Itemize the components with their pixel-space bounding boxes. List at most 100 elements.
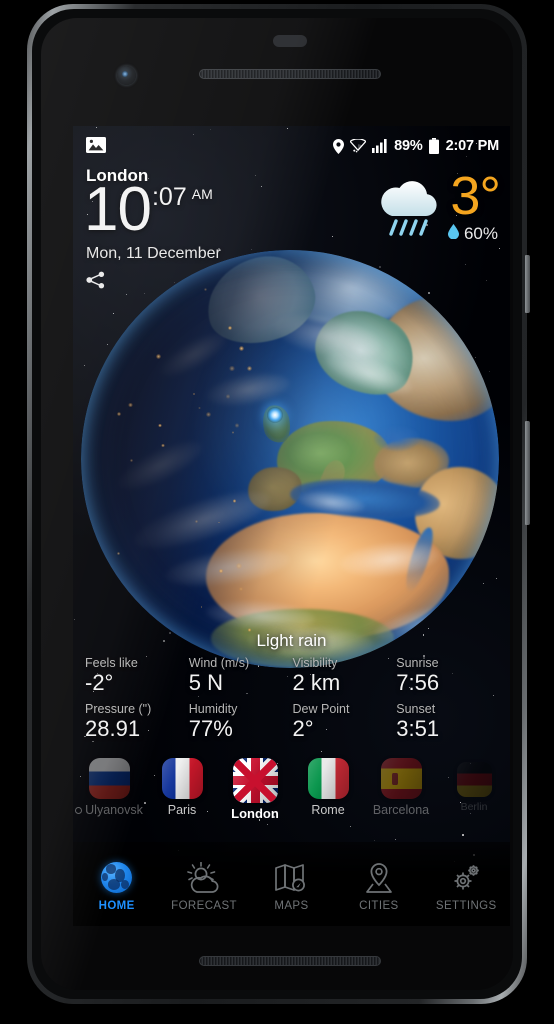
city-label: Berlin <box>461 801 488 813</box>
detail-value: 3:51 <box>396 715 440 741</box>
city-label: Paris <box>168 803 196 817</box>
globe-icon-landmass <box>108 879 121 890</box>
nav-item-cities[interactable]: CITIES <box>336 861 422 912</box>
detail-cell: Dew Point 2° <box>293 702 395 741</box>
detail-cell: Feels like -2° <box>85 656 187 695</box>
time-minute: :07 <box>151 183 187 211</box>
folded-map-icon <box>274 861 308 895</box>
detail-value: 7:56 <box>396 669 440 695</box>
city-item-es[interactable]: Barcelona <box>365 758 438 817</box>
status-clock: 2:07 PM <box>445 138 500 154</box>
sun-cloud-icon <box>187 861 221 895</box>
proximity-sensor <box>273 35 307 47</box>
precipitation-chance: 60% <box>463 223 498 243</box>
city-label: London <box>231 806 279 821</box>
city-label: Ulyanovsk <box>75 803 143 817</box>
nav-item-maps[interactable]: MAPS <box>248 861 334 912</box>
city-label-text: Barcelona <box>372 803 430 817</box>
detail-cell: Pressure (") 28.91 <box>85 702 187 741</box>
flag-gb-icon <box>232 758 278 803</box>
front-camera <box>117 66 136 85</box>
location-pin-icon <box>333 138 345 154</box>
globe-icon-sphere <box>101 862 133 893</box>
wifi-icon <box>350 139 367 153</box>
battery-percent-label: 89% <box>394 138 423 154</box>
temperature-column: 3° 60% <box>447 166 501 244</box>
volume-button[interactable] <box>525 421 530 525</box>
flag-gloss <box>456 762 492 797</box>
nav-label: SETTINGS <box>435 899 497 912</box>
phone-device: 89% 2:07 PM London 10 :07 AM Mon, 11 Dec… <box>27 4 530 1004</box>
flag-ru-icon <box>88 758 130 799</box>
city-label-text: Berlin <box>460 801 488 813</box>
globe-icon <box>100 861 134 895</box>
power-button[interactable] <box>525 255 530 313</box>
water-drop-icon <box>447 223 459 244</box>
nav-item-settings[interactable]: SETTINGS <box>423 861 509 912</box>
bottom-speaker-grille <box>199 956 381 966</box>
detail-cell: Sunset 3:51 <box>396 702 498 741</box>
flag-de-icon <box>456 762 492 797</box>
nav-label: HOME <box>98 899 135 912</box>
city-label-text: Paris <box>167 803 197 817</box>
city-label: Barcelona <box>373 803 429 817</box>
battery-icon <box>428 138 439 154</box>
cellular-signal-icon <box>372 139 388 153</box>
city-item-de[interactable]: Berlin <box>438 758 511 813</box>
detail-cell: Visibility 2 km <box>293 656 395 695</box>
detail-cell: Humidity 77% <box>189 702 291 741</box>
flag-gloss <box>161 758 203 799</box>
city-item-ru[interactable]: Ulyanovsk <box>73 758 146 817</box>
flag-gloss <box>88 758 130 799</box>
nav-item-home[interactable]: HOME <box>74 861 160 912</box>
city-label-text: London <box>231 806 279 821</box>
weather-details-grid: Feels like -2° Wind (m/s) 5 N Visibility 2 km… <box>73 656 510 742</box>
detail-cell: Wind (m/s) 5 N <box>189 656 291 695</box>
device-inner-frame: 89% 2:07 PM London 10 :07 AM Mon, 11 Dec… <box>32 9 522 999</box>
union-jack-red-cross <box>232 758 278 803</box>
current-location-icon <box>75 806 83 814</box>
nav-label: FORECAST <box>171 899 237 912</box>
time-hour: 10 <box>84 175 152 244</box>
earpiece-speaker <box>199 69 381 79</box>
phone-screen: 89% 2:07 PM London 10 :07 AM Mon, 11 Dec… <box>73 126 510 926</box>
phone-front-glass: 89% 2:07 PM London 10 :07 AM Mon, 11 Dec… <box>41 18 513 990</box>
current-temperature: 3° <box>450 166 501 226</box>
city-item-it[interactable]: Rome <box>292 758 365 817</box>
share-icon[interactable] <box>86 271 106 294</box>
weather-condition-label: Light rain <box>256 631 327 650</box>
detail-value: 2 km <box>292 669 341 695</box>
city-label: Rome <box>311 803 344 817</box>
detail-cell: Sunrise 7:56 <box>396 656 498 695</box>
city-label-text: Rome <box>311 803 345 817</box>
current-weather-summary[interactable]: 3° 60% <box>372 166 501 244</box>
gears-icon <box>449 861 483 895</box>
detail-value: 28.91 <box>85 715 141 741</box>
rain-cloud-icon <box>372 176 446 240</box>
map-pin-icon <box>362 861 396 895</box>
nav-label: CITIES <box>359 899 399 912</box>
flag-gloss <box>380 758 422 799</box>
nav-item-forecast[interactable]: FORECAST <box>161 861 247 912</box>
flag-fr-icon <box>161 758 203 799</box>
globe-icon-landmass <box>121 879 130 890</box>
globe-icon-landmass <box>102 872 108 881</box>
bottom-navigation-bar: HOME FORECAST MAPS CITIES SETTINGS <box>73 842 510 926</box>
city-item-fr[interactable]: Paris <box>146 758 219 817</box>
local-time: 10 :07 AM <box>84 175 213 244</box>
weather-app-ui: 89% 2:07 PM London 10 :07 AM Mon, 11 Dec… <box>73 126 510 926</box>
detail-value: -2° <box>85 669 114 695</box>
status-bar: 89% 2:07 PM <box>73 136 510 156</box>
city-item-gb[interactable]: London <box>219 758 292 821</box>
detail-value: 5 N <box>188 669 223 695</box>
cities-carousel[interactable]: Ulyanovsk Paris London Rome Barcelona Berlin <box>73 758 510 832</box>
nav-label: MAPS <box>274 899 309 912</box>
precipitation-row: 60% <box>447 223 498 244</box>
flag-it-icon <box>307 758 349 799</box>
image-icon[interactable] <box>86 136 106 159</box>
flag-gloss <box>307 758 349 799</box>
union-jack-white-cross <box>232 758 278 803</box>
city-label-text: Ulyanovsk <box>85 803 143 817</box>
detail-value: 77% <box>188 715 233 741</box>
time-meridiem: AM <box>191 186 213 202</box>
